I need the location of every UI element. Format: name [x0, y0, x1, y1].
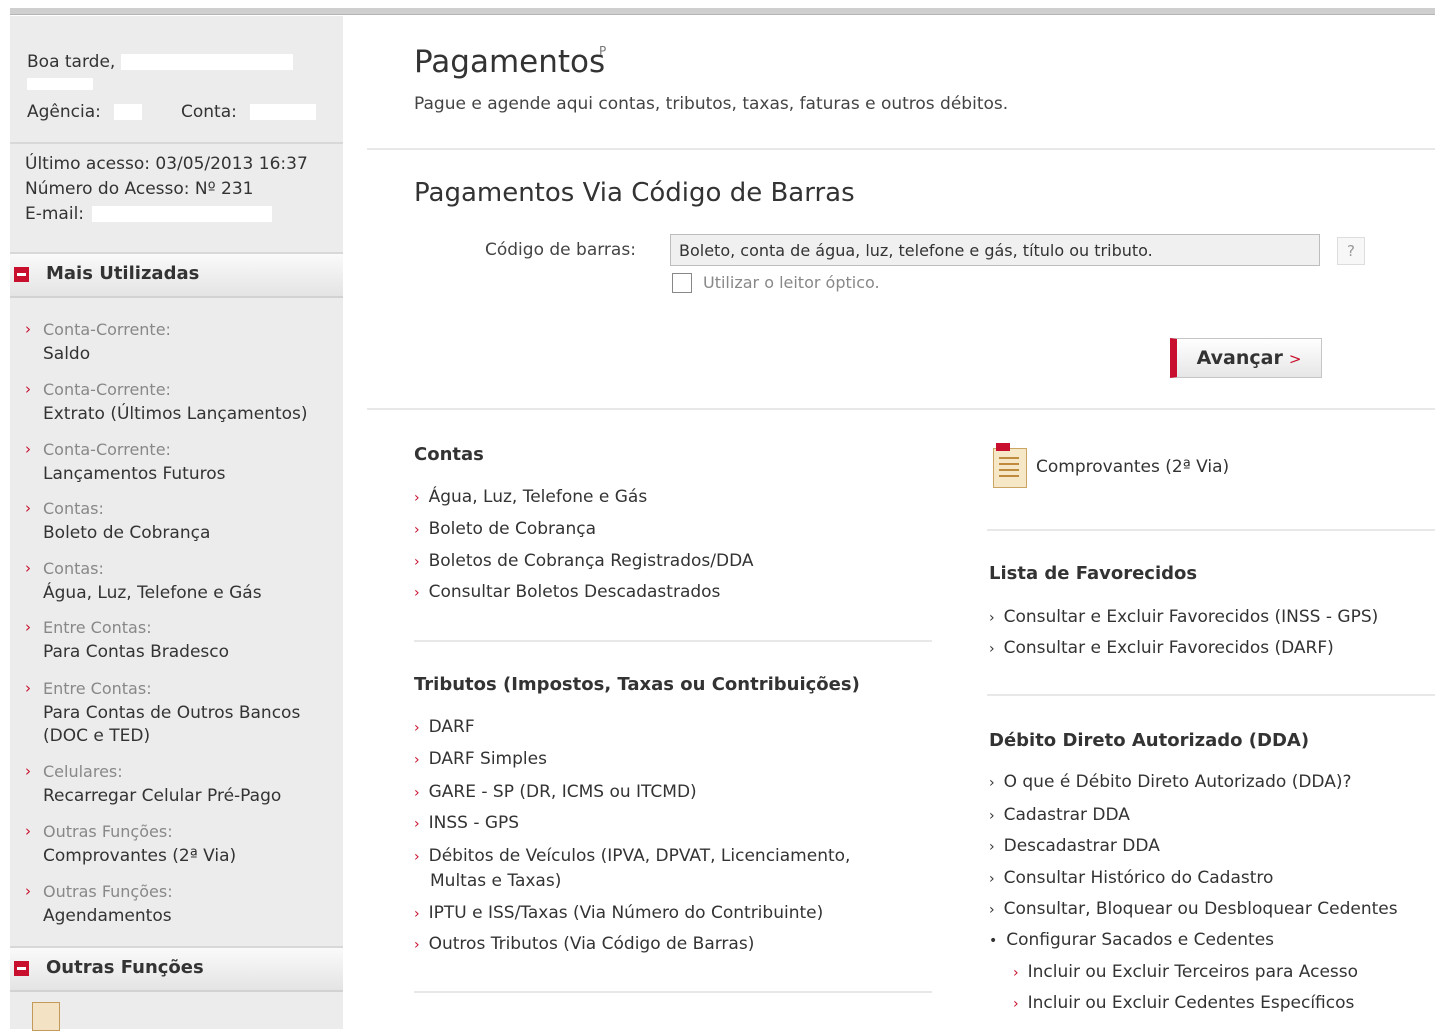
- link-incluir-terceiros[interactable]: › Incluir ou Excluir Terceiros para Acess…: [1013, 962, 1358, 982]
- page-subtitle: Pague e agende aqui contas, tributos, ta…: [414, 94, 1009, 114]
- chevron-right-icon: ›: [414, 849, 420, 865]
- sidebar: Boa tarde, Agência: Conta: Último acesso…: [10, 16, 343, 1031]
- link-comprovantes[interactable]: Comprovantes (2ª Via): [1036, 457, 1229, 477]
- link-cadastrar-dda[interactable]: › Cadastrar DDA: [989, 805, 1130, 825]
- redacted-email: [92, 206, 272, 222]
- chevron-right-icon: ›: [989, 902, 995, 918]
- link-debitos-veiculos[interactable]: › Débitos de Veículos (IPVA, DPVAT, Licen…: [414, 846, 850, 866]
- redacted-name: [120, 54, 293, 70]
- optical-reader-label: Utilizar o leitor óptico.: [703, 273, 880, 292]
- top-border: [10, 8, 1435, 15]
- avancar-button[interactable]: Avançar >: [1170, 338, 1322, 378]
- link-boletos-descadastrados[interactable]: › Consultar Boletos Descadastrados: [414, 582, 720, 602]
- chevron-right-icon: ›: [414, 522, 420, 538]
- favorecidos-title: Lista de Favorecidos: [989, 563, 1198, 584]
- redacted-line: [27, 74, 93, 94]
- link-boleto-cobranca[interactable]: › Boleto de Cobrança: [414, 519, 596, 539]
- bullet-icon: •: [989, 933, 998, 949]
- barcode-section-title: Pagamentos Via Código de Barras: [414, 178, 855, 208]
- ultimo-acesso: Último acesso: 03/05/2013 16:37: [25, 154, 308, 174]
- divider: [987, 529, 1435, 531]
- chevron-right-icon: ›: [989, 808, 995, 824]
- link-gare-sp[interactable]: › GARE - SP (DR, ICMS ou ITCMD): [414, 782, 697, 802]
- collapse-icon[interactable]: [14, 961, 29, 976]
- chevron-right-icon: ›: [25, 380, 31, 398]
- contas-title: Contas: [414, 444, 484, 465]
- chevron-right-icon: ›: [25, 882, 31, 900]
- chevron-right-icon: ›: [25, 320, 31, 338]
- dda-title: Débito Direto Autorizado (DDA): [989, 730, 1310, 751]
- chevron-right-icon: ›: [25, 679, 31, 697]
- link-outros-tributos[interactable]: › Outros Tributos (Via Código de Barras): [414, 934, 754, 954]
- collapse-icon[interactable]: [14, 267, 29, 282]
- chevron-right-icon: ›: [1013, 996, 1019, 1012]
- link-configurar-sacados[interactable]: • Configurar Sacados e Cedentes: [989, 930, 1274, 950]
- chevron-right-icon: ›: [414, 490, 420, 506]
- chevron-right-icon: ›: [414, 554, 420, 570]
- optical-reader-checkbox[interactable]: [672, 273, 692, 293]
- section-title: Outras Funções: [46, 957, 204, 978]
- access-info: Último acesso: 03/05/2013 16:37 Número d…: [10, 142, 343, 252]
- receipt-icon: [993, 443, 1027, 488]
- section-title: Mais Utilizadas: [46, 263, 200, 284]
- chevron-right-icon: ›: [25, 499, 31, 517]
- link-dda-o-que-e[interactable]: › O que é Débito Direto Autorizado (DDA)?: [989, 772, 1352, 792]
- numero-acesso: Número do Acesso: Nº 231: [25, 179, 254, 199]
- section-outras-funcoes[interactable]: Outras Funções: [10, 946, 343, 992]
- help-icon[interactable]: ?: [1337, 237, 1365, 265]
- redacted-conta: [250, 104, 316, 120]
- barcode-label: Código de barras:: [485, 240, 636, 260]
- chevron-right-icon: ›: [989, 641, 995, 657]
- chevron-right-icon: ›: [414, 906, 420, 922]
- chevron-right-icon: ›: [414, 720, 420, 736]
- link-descadastrar-dda[interactable]: › Descadastrar DDA: [989, 836, 1160, 856]
- link-bloquear-cedentes[interactable]: › Consultar, Bloquear ou Desbloquear Cede…: [989, 899, 1398, 919]
- link-favorecidos-inss[interactable]: › Consultar e Excluir Favorecidos (INSS -…: [989, 607, 1378, 627]
- link-favorecidos-darf[interactable]: › Consultar e Excluir Favorecidos (DARF): [989, 638, 1334, 658]
- chevron-right-icon: ›: [414, 816, 420, 832]
- link-boletos-dda[interactable]: › Boletos de Cobrança Registrados/DDA: [414, 551, 754, 571]
- greeting: Boa tarde,: [27, 52, 293, 72]
- document-icon: [32, 1002, 60, 1031]
- barcode-input[interactable]: [670, 234, 1320, 266]
- divider: [414, 991, 932, 993]
- chevron-right-icon: ›: [414, 585, 420, 601]
- link-debitos-veiculos-cont[interactable]: Multas e Taxas): [430, 871, 561, 891]
- tributos-title: Tributos (Impostos, Taxas ou Contribuiçõ…: [414, 674, 860, 695]
- section-mais-utilizadas[interactable]: Mais Utilizadas: [10, 252, 343, 298]
- link-darf-simples[interactable]: › DARF Simples: [414, 749, 547, 769]
- chevron-right-icon: ›: [989, 610, 995, 626]
- link-agua-luz[interactable]: › Água, Luz, Telefone e Gás: [414, 487, 647, 507]
- chevron-right-icon: ›: [414, 785, 420, 801]
- chevron-right-icon: ›: [989, 775, 995, 791]
- link-darf[interactable]: › DARF: [414, 717, 475, 737]
- divider: [367, 408, 1435, 410]
- user-info: Boa tarde, Agência: Conta:: [10, 16, 343, 140]
- chevron-right-icon: ›: [989, 839, 995, 855]
- link-iptu-iss[interactable]: › IPTU e ISS/Taxas (Via Número do Contrib…: [414, 903, 823, 923]
- conta-label: Conta:: [181, 102, 237, 122]
- divider: [414, 640, 932, 642]
- chevron-right-icon: ›: [25, 559, 31, 577]
- chevron-right-icon: ›: [25, 822, 31, 840]
- agencia-label: Agência:: [27, 102, 101, 122]
- page-title: Pagamentos: [414, 44, 606, 80]
- link-inss-gps[interactable]: › INSS - GPS: [414, 813, 519, 833]
- link-incluir-cedentes[interactable]: › Incluir ou Excluir Cedentes Específicos: [1013, 993, 1354, 1013]
- page-title-sup: P: [599, 44, 607, 58]
- chevron-right-icon: ›: [25, 618, 31, 636]
- divider: [987, 694, 1435, 696]
- chevron-right-icon: ›: [989, 871, 995, 887]
- divider: [367, 148, 1435, 150]
- chevron-right-icon: ›: [1013, 965, 1019, 981]
- chevron-right-icon: ›: [414, 937, 420, 953]
- chevron-right-icon: ›: [25, 440, 31, 458]
- redacted-agencia: [114, 104, 142, 120]
- main-content: Pagamentos P Pague e agende aqui contas,…: [367, 16, 1435, 1029]
- email-label: E-mail:: [25, 204, 85, 224]
- chevron-right-icon: ›: [414, 752, 420, 768]
- chevron-right-icon: >: [1288, 350, 1302, 368]
- link-historico-cadastro[interactable]: › Consultar Histórico do Cadastro: [989, 868, 1273, 888]
- chevron-right-icon: ›: [25, 762, 31, 780]
